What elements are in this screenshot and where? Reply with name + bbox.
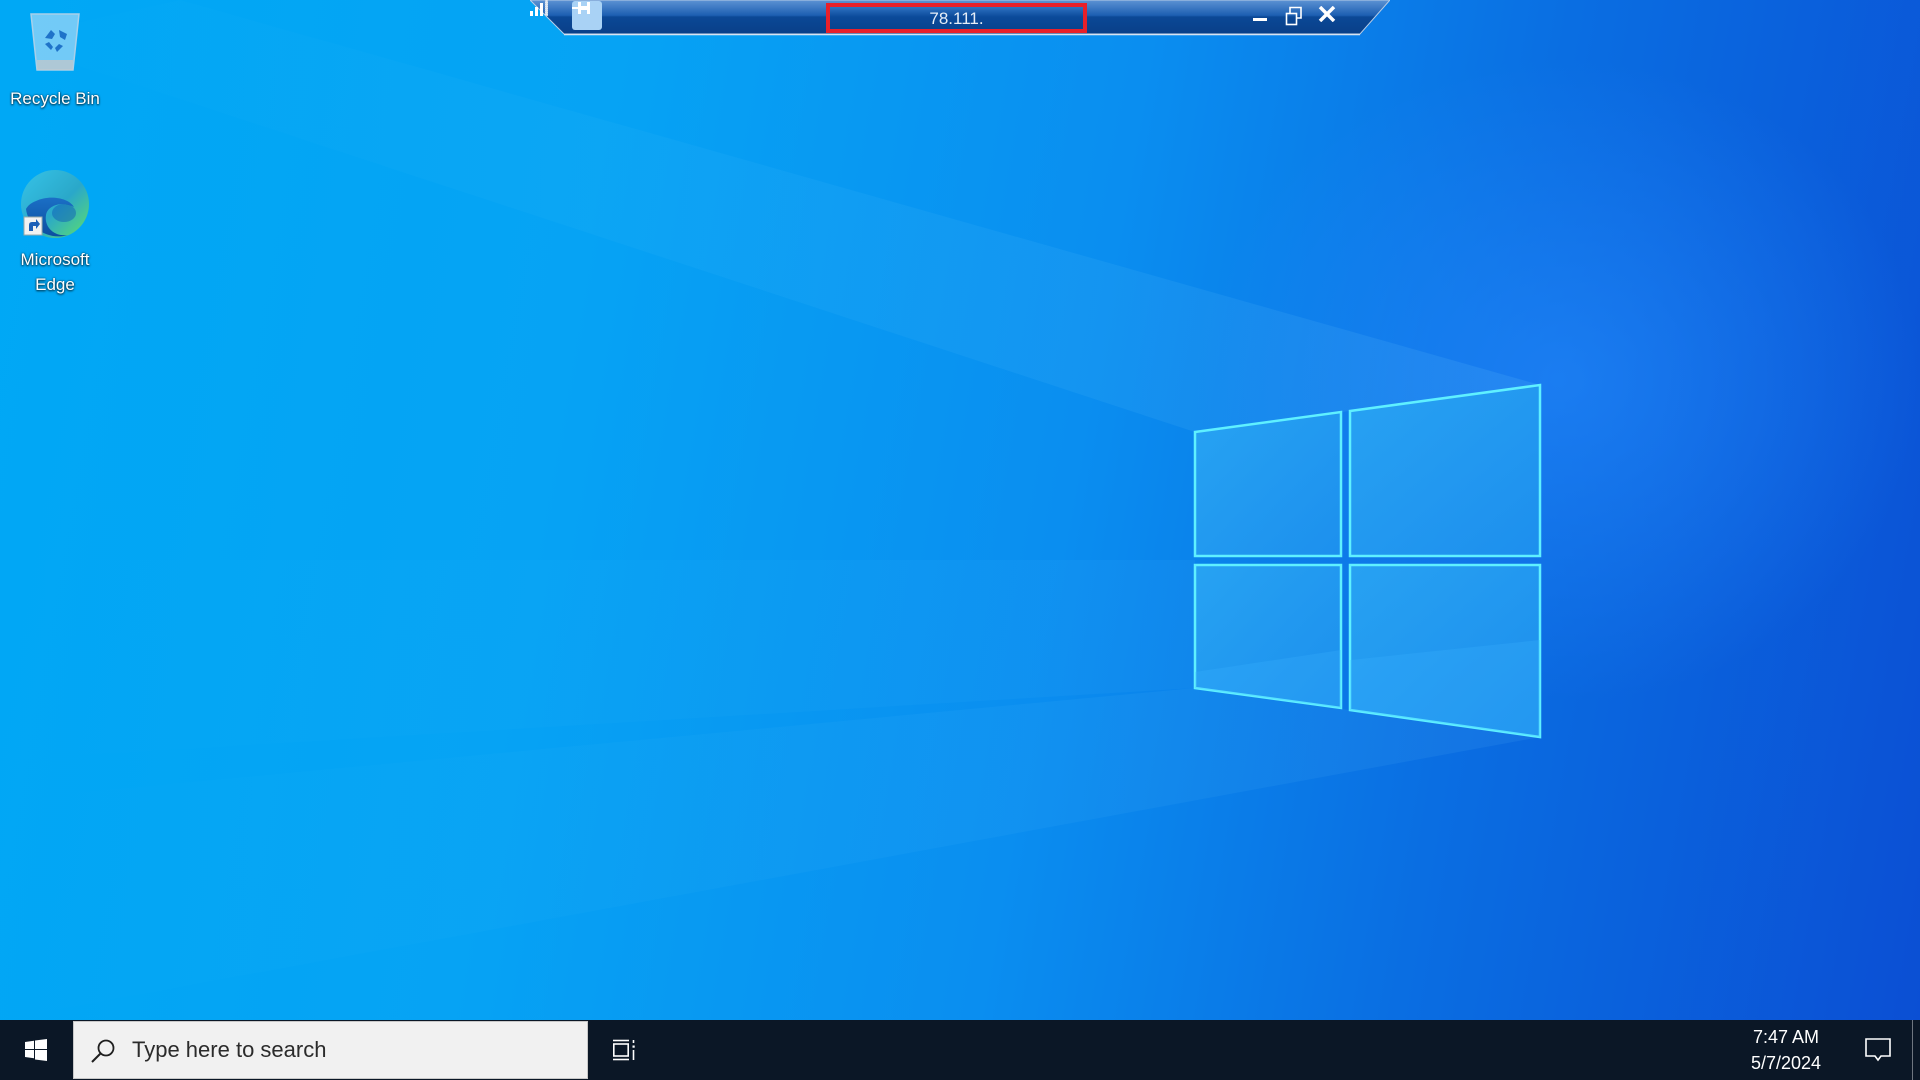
minimize-icon (1253, 18, 1267, 21)
start-button[interactable] (0, 1020, 72, 1080)
task-view-button[interactable] (598, 1020, 650, 1080)
taskbar: 7:47 AM 5/7/2024 (0, 1020, 1920, 1080)
desktop-icon-label: Microsoft Edge (7, 247, 103, 297)
desktop: Recycle Bin Microsoft Edge 78.111. (0, 0, 1920, 1020)
search-icon (91, 1039, 115, 1063)
edge-icon (21, 170, 89, 238)
close-icon (1318, 6, 1336, 22)
action-center-button[interactable] (1848, 1020, 1908, 1080)
clock-date: 5/7/2024 (1750, 1053, 1822, 1073)
connection-title: 78.111. (826, 3, 1087, 33)
desktop-icon-recycle-bin[interactable]: Recycle Bin (7, 8, 103, 111)
system-clock[interactable]: 7:47 AM 5/7/2024 (1730, 1020, 1842, 1080)
desktop-icon-label-line: Microsoft (20, 250, 90, 269)
restore-button[interactable] (1285, 6, 1311, 28)
wallpaper (0, 0, 1542, 1020)
close-button[interactable] (1318, 6, 1344, 28)
minimize-button[interactable] (1252, 6, 1278, 28)
windows-start-icon (25, 1039, 47, 1061)
pin-button[interactable] (572, 1, 602, 30)
logo-pane-top-right (1348, 383, 1542, 558)
search-box[interactable] (73, 1021, 588, 1079)
recycle-bin-icon (30, 13, 80, 71)
logo-pane-top-left (1193, 410, 1343, 558)
desktop-icon-microsoft-edge[interactable]: Microsoft Edge (7, 167, 103, 297)
task-view-icon (612, 1039, 635, 1061)
show-desktop-button[interactable] (1912, 1020, 1920, 1080)
remote-connection-bar[interactable]: 78.111. (530, 0, 1390, 37)
signal-strength-icon[interactable] (530, 0, 548, 16)
clock-time: 7:47 AM (1752, 1027, 1820, 1047)
restore-icon (1285, 6, 1302, 26)
action-center-icon (1865, 1038, 1891, 1062)
desktop-icon-label: Recycle Bin (10, 89, 100, 108)
desktop-icon-label-line: Edge (35, 275, 75, 294)
search-input[interactable] (132, 1022, 572, 1078)
pin-icon (572, 2, 590, 14)
